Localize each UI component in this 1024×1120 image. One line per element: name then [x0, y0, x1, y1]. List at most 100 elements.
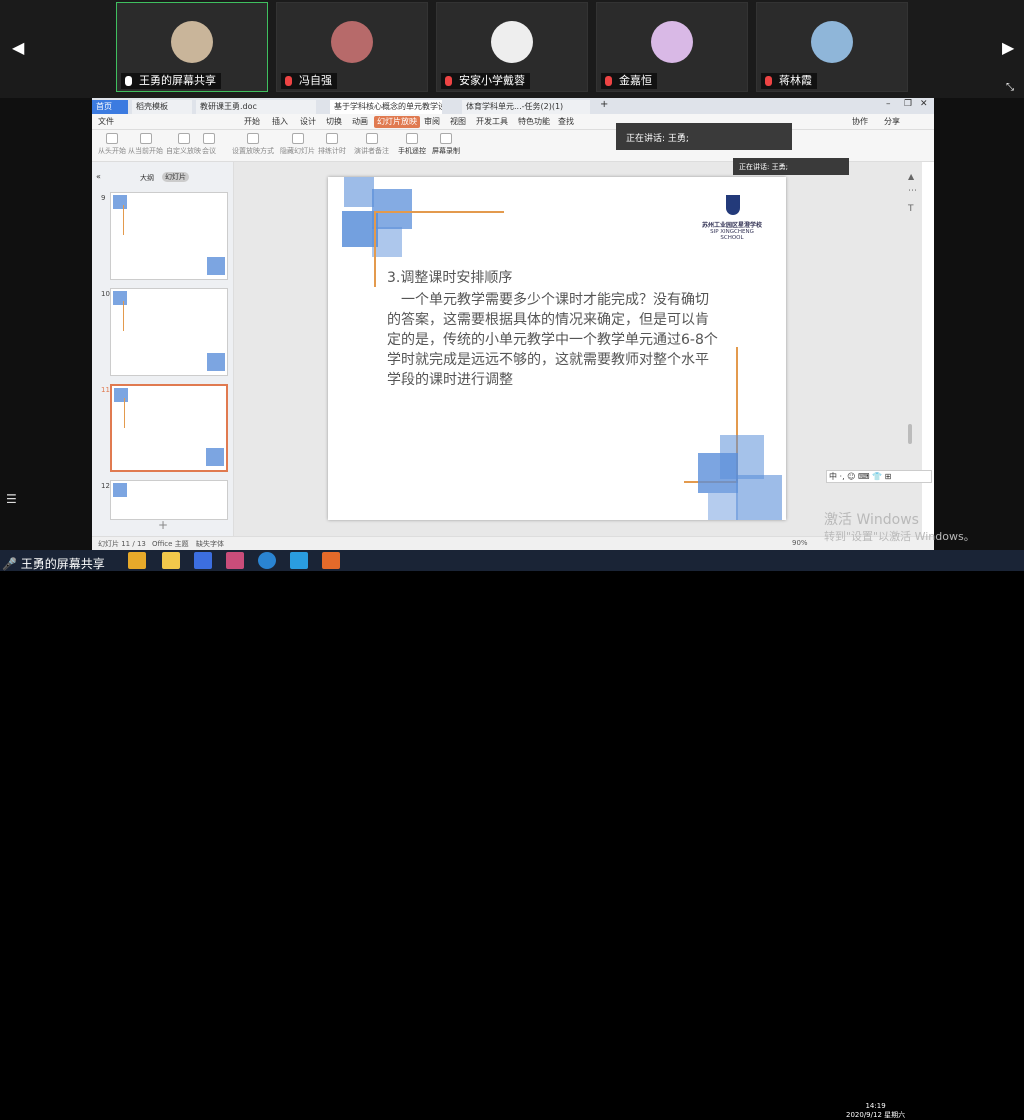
ribbon-tab-start[interactable]: 开始	[244, 116, 260, 128]
ribbon-tab-features[interactable]: 特色功能	[518, 116, 550, 128]
slide-counter: 幻灯片 11 / 13	[98, 540, 146, 548]
collab-button[interactable]: 协作	[852, 116, 868, 128]
activate-windows-hint: 转到"设置"以激活 Windows。	[824, 530, 975, 543]
avatar	[651, 21, 693, 63]
thumb-decoration	[207, 353, 225, 371]
app-icon[interactable]	[128, 552, 146, 569]
slide-thumb-9[interactable]	[110, 192, 228, 280]
tool-notes[interactable]: 演讲者备注	[354, 133, 389, 156]
ribbon-tab-review[interactable]: 审阅	[424, 116, 440, 128]
zoom-level[interactable]: 90%	[792, 539, 808, 547]
thumb-decoration	[113, 195, 127, 209]
participant-name: 蒋林霞	[761, 73, 817, 89]
wps-icon[interactable]	[194, 552, 212, 569]
share-button[interactable]: 分享	[884, 116, 900, 128]
meeting-participant-bar: ◀ 王勇的屏幕共享 冯自强 安家小学戴蓉 金嘉恒 蒋林霞 ▶ ⤡	[0, 0, 1024, 98]
collapse-icon[interactable]: ⤡	[1006, 82, 1014, 93]
tab-templates[interactable]: 稻壳模板	[132, 100, 192, 114]
participant-tile-5[interactable]: 蒋林霞	[756, 2, 908, 92]
ribbon-tab-insert[interactable]: 插入	[272, 116, 288, 128]
thumb-decoration	[124, 398, 125, 428]
new-tab-icon[interactable]: +	[600, 99, 608, 110]
participant-tile-4[interactable]: 金嘉恒	[596, 2, 748, 92]
collapse-panel-icon[interactable]: «	[96, 172, 101, 181]
tool-hide[interactable]: 隐藏幻灯片	[280, 133, 315, 156]
ribbon-tab-design[interactable]: 设计	[300, 116, 316, 128]
prev-page-icon[interactable]: ◀	[12, 38, 24, 57]
close-icon[interactable]: ✕	[920, 99, 928, 109]
tab-doc2[interactable]: 体育学科单元...-任务(2)(1)	[462, 100, 590, 114]
tool-meeting[interactable]: 会议	[202, 133, 216, 156]
tool-from-start[interactable]: 从头开始	[98, 133, 126, 156]
minimize-icon[interactable]: –	[886, 99, 891, 109]
tab-slides[interactable]: 幻灯片	[162, 172, 189, 182]
tab-ppt-active[interactable]: 基于学科核心概念的单元教学设计	[330, 100, 442, 114]
decor-square	[372, 189, 412, 229]
decor-square	[372, 227, 402, 257]
thumb-number: 12	[101, 482, 110, 490]
settings-icon[interactable]: ⋯	[908, 186, 917, 196]
missing-font[interactable]: 缺失字体	[196, 539, 224, 549]
ribbon-tabs: 文件 开始 插入 设计 切换 动画 幻灯片放映 审阅 视图 开发工具 特色功能 …	[92, 114, 934, 130]
text-icon[interactable]: T	[908, 204, 914, 214]
play-icon	[106, 133, 118, 144]
tool-rehearse[interactable]: 排练计时	[318, 133, 346, 156]
ribbon-tab-file[interactable]: 文件	[98, 116, 114, 128]
participant-name: 冯自强	[281, 73, 337, 89]
status-bar: 幻灯片 11 / 13 Office 主题 缺失字体 90%	[92, 536, 934, 550]
app-icon[interactable]	[226, 552, 244, 569]
play-icon	[139, 133, 152, 144]
tab-home[interactable]: 首页	[92, 100, 128, 114]
scrollbar[interactable]	[908, 424, 912, 444]
slide-title: 3.调整课时安排顺序	[387, 270, 513, 286]
participant-tile-1[interactable]: 王勇的屏幕共享	[116, 2, 268, 92]
browser-icon[interactable]	[258, 552, 276, 569]
tool-custom[interactable]: 自定义放映	[166, 133, 201, 156]
expand-icon[interactable]: ▲	[908, 172, 914, 181]
phone-icon	[406, 133, 418, 144]
notes-icon	[365, 133, 378, 144]
mic-muted-icon	[285, 76, 292, 86]
decor-line	[374, 211, 376, 287]
tool-phone[interactable]: 手机遥控	[398, 133, 426, 156]
tab-doc[interactable]: 教研课王勇.doc	[196, 100, 316, 114]
folder-icon[interactable]	[162, 552, 180, 569]
thumb-decoration	[206, 448, 224, 466]
add-slide-icon[interactable]: +	[158, 518, 168, 532]
participant-tile-3[interactable]: 安家小学戴蓉	[436, 2, 588, 92]
slide-thumb-11[interactable]	[110, 384, 228, 472]
activate-windows-title: 激活 Windows	[824, 512, 919, 528]
ribbon-tab-animation[interactable]: 动画	[352, 116, 368, 128]
document-tabs: 首页 稻壳模板 教研课王勇.doc 基于学科核心概念的单元教学设计 体育学科单元…	[92, 98, 934, 114]
restore-icon[interactable]: ❐	[904, 99, 912, 109]
theme-name: Office 主题	[152, 540, 189, 548]
mic-muted-icon	[765, 76, 772, 86]
ribbon-tab-dev[interactable]: 开发工具	[476, 116, 508, 128]
tool-from-current[interactable]: 从当前开始	[128, 133, 163, 156]
next-page-icon[interactable]: ▶	[1002, 38, 1014, 57]
speaking-indicator-small: 正在讲话: 王勇;	[733, 158, 849, 175]
thumb-decoration	[113, 483, 127, 497]
school-logo	[726, 195, 740, 215]
decor-square	[344, 177, 374, 207]
list-icon[interactable]: ☰	[6, 492, 17, 506]
tab-outline[interactable]: 大纲	[140, 173, 154, 183]
tool-record[interactable]: 屏幕录制	[432, 133, 460, 156]
meeting-app-icon[interactable]	[290, 552, 308, 569]
thumb-decoration	[123, 301, 124, 331]
participant-tile-2[interactable]: 冯自强	[276, 2, 428, 92]
ribbon-tab-slideshow[interactable]: 幻灯片放映	[374, 116, 420, 128]
ribbon-tab-transition[interactable]: 切换	[326, 116, 342, 128]
decor-line	[374, 211, 504, 213]
tool-setup[interactable]: 设置放映方式	[232, 133, 274, 156]
ppt-icon[interactable]	[322, 552, 340, 569]
ime-toolbar[interactable]: 中 ·, ☺ ⌨ 👕 ⊞	[826, 470, 932, 483]
ribbon-tab-search[interactable]: 查找	[558, 116, 574, 128]
ribbon-tab-view[interactable]: 视图	[450, 116, 466, 128]
thumb-number: 10	[101, 290, 110, 298]
slide-thumb-10[interactable]	[110, 288, 228, 376]
mic-icon: 🎤	[2, 557, 17, 571]
slide-thumb-12[interactable]	[110, 480, 228, 520]
slide-canvas: 苏州工业园区星澄学校 SIP XINGCHENG SCHOOL 3.调整课时安排顺…	[234, 162, 922, 536]
decor-square	[708, 493, 738, 520]
